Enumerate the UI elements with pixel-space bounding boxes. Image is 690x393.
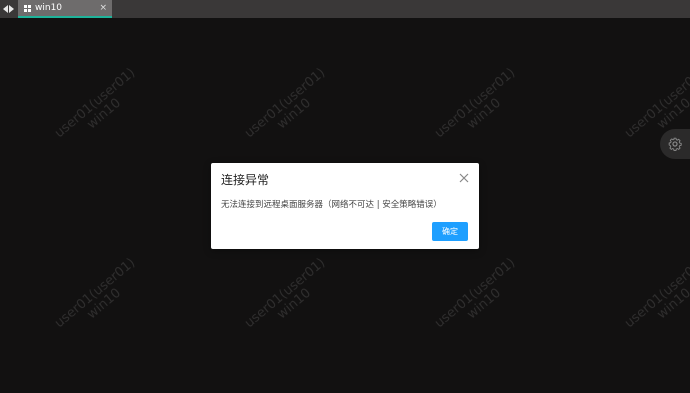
watermark: user01(user01) win10 [52, 255, 139, 332]
arrow-right-icon[interactable] [9, 5, 14, 13]
tab-scroll-controls [0, 0, 17, 18]
watermark: user01(user01) win10 [432, 65, 519, 142]
settings-button[interactable] [660, 129, 690, 159]
watermark: user01(user01) win10 [242, 65, 329, 142]
confirm-button[interactable]: 确定 [432, 222, 468, 241]
top-toolbar: win10 × [0, 0, 690, 18]
dialog-title: 连接异常 [221, 173, 270, 187]
tab-label: win10 [35, 3, 63, 13]
tab-close-icon[interactable]: × [99, 3, 107, 13]
dialog-message: 无法连接到远程桌面服务器（网络不可达 | 安全策略错误） [221, 200, 442, 210]
watermark: user01(user01) win10 [52, 65, 139, 142]
watermark: user01(user01) win10 [432, 255, 519, 332]
arrow-left-icon[interactable] [3, 5, 8, 13]
gear-icon [668, 137, 682, 151]
watermark: user01(user01) win10 [242, 255, 329, 332]
connection-error-dialog: 连接异常 无法连接到远程桌面服务器（网络不可达 | 安全策略错误） 确定 [211, 163, 479, 249]
tab-win10[interactable]: win10 × [18, 0, 112, 18]
watermark: user01(user01) win10 [622, 255, 690, 332]
windows-icon [24, 4, 31, 12]
close-icon[interactable] [457, 171, 471, 185]
